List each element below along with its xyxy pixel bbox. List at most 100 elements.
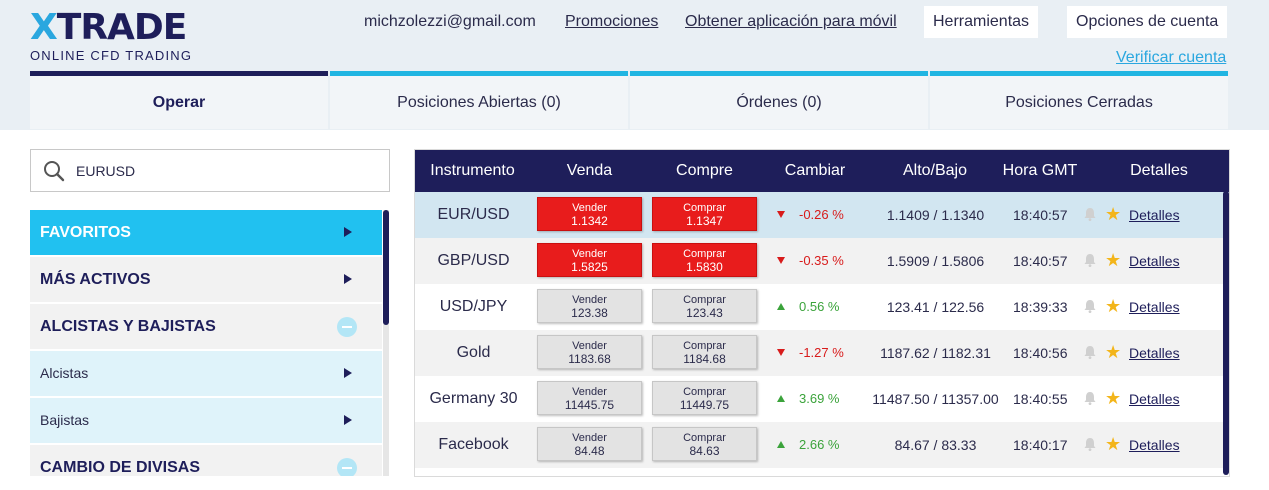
tab-closed-positions[interactable]: Posiciones Cerradas — [930, 71, 1228, 129]
search-input[interactable] — [76, 160, 376, 182]
bell-icon[interactable] — [1082, 252, 1098, 273]
minus-circle-icon[interactable] — [337, 458, 357, 476]
buy-price: 123.43 — [686, 306, 723, 320]
sell-button[interactable]: Vender 1183.68 — [537, 335, 642, 369]
star-icon[interactable]: ★ — [1105, 204, 1121, 224]
table-row[interactable]: EUR/USD Vender 1.1342 Comprar 1.1347 -0.26 % 1… — [415, 192, 1229, 238]
tools-button[interactable]: Herramientas — [924, 6, 1039, 38]
category-list: FAVORITOS MÁS ACTIVOS ALCISTAS Y BAJISTA… — [30, 210, 382, 476]
buy-price: 1.1347 — [686, 214, 723, 228]
category-label: MÁS ACTIVOS — [40, 271, 151, 288]
header-sell: Venda — [566, 162, 613, 179]
tab-open-positions[interactable]: Posiciones Abiertas (0) — [330, 71, 628, 129]
bell-icon[interactable] — [1082, 390, 1098, 411]
arrow-up-icon — [777, 441, 785, 448]
change-value: 3.69 % — [799, 391, 840, 406]
details-link[interactable]: Detalles — [1129, 330, 1180, 376]
buy-label: Comprar — [683, 340, 726, 352]
details-link[interactable]: Detalles — [1129, 422, 1180, 468]
minus-circle-icon[interactable] — [337, 317, 357, 337]
details-link[interactable]: Detalles — [1129, 376, 1180, 422]
arrow-up-icon — [777, 303, 785, 310]
buy-button[interactable]: Comprar 1184.68 — [652, 335, 757, 369]
table-row[interactable]: Facebook Vender 84.48 Comprar 84.63 2.66 % 84.… — [415, 422, 1229, 468]
table-row[interactable]: Germany 30 Vender 11445.75 Comprar 11449.75 3… — [415, 376, 1229, 422]
category-scrollbar-thumb[interactable] — [383, 210, 389, 325]
star-icon[interactable]: ★ — [1105, 250, 1121, 270]
category-gainers-losers[interactable]: ALCISTAS Y BAJISTAS — [30, 304, 382, 349]
high-low-value: 1.5909 / 1.5806 — [886, 253, 985, 269]
sell-button[interactable]: Vender 123.38 — [537, 289, 642, 323]
high-low-value: 1.1409 / 1.1340 — [886, 207, 985, 223]
category-currencies[interactable]: CAMBIO DE DIVISAS — [30, 445, 382, 476]
sell-price: 123.38 — [571, 306, 608, 320]
table-row[interactable]: GBP/USD Vender 1.5825 Comprar 1.5830 -0.35 % 1… — [415, 238, 1229, 284]
instrument-name: Germany 30 — [429, 390, 518, 407]
category-label: Bajistas — [40, 412, 90, 428]
bell-icon[interactable] — [1082, 344, 1098, 365]
bell-icon[interactable] — [1082, 206, 1098, 227]
search-box[interactable] — [30, 149, 390, 192]
header-change: Cambiar — [784, 162, 846, 179]
table-scrollbar[interactable] — [1223, 191, 1229, 475]
buy-button[interactable]: Comprar 11449.75 — [652, 381, 757, 415]
promotions-link[interactable]: Promociones — [565, 13, 658, 31]
sell-button[interactable]: Vender 84.48 — [537, 427, 642, 461]
buy-label: Comprar — [683, 294, 726, 306]
sell-button[interactable]: Vender 1.1342 — [537, 197, 642, 231]
category-label: ALCISTAS Y BAJISTAS — [40, 318, 216, 335]
high-low-value: 1187.62 / 1182.31 — [880, 345, 991, 361]
buy-button[interactable]: Comprar 1.5830 — [652, 243, 757, 277]
category-favorites[interactable]: FAVORITOS — [30, 210, 382, 255]
sell-button[interactable]: Vender 11445.75 — [537, 381, 642, 415]
sell-label: Vender — [572, 340, 607, 352]
tab-orders[interactable]: Órdenes (0) — [630, 71, 928, 129]
sell-label: Vender — [572, 386, 607, 398]
time-value: 18:39:33 — [1013, 299, 1068, 315]
verify-account-link[interactable]: Verificar cuenta — [1116, 49, 1226, 67]
star-icon[interactable]: ★ — [1105, 434, 1121, 454]
star-icon[interactable]: ★ — [1105, 296, 1121, 316]
buy-button[interactable]: Comprar 1.1347 — [652, 197, 757, 231]
table-row[interactable]: USD/JPY Vender 123.38 Comprar 123.43 0.56 % 12… — [415, 284, 1229, 330]
logo-tagline: ONLINE CFD TRADING — [30, 48, 193, 63]
bell-icon[interactable] — [1082, 436, 1098, 457]
buy-label: Comprar — [683, 432, 726, 444]
mobile-app-link[interactable]: Obtener aplicación para móvil — [685, 13, 897, 31]
details-link[interactable]: Detalles — [1129, 284, 1180, 330]
tab-trade[interactable]: Operar — [30, 71, 328, 129]
change-value: 0.56 % — [799, 299, 840, 314]
arrow-down-icon — [777, 349, 785, 356]
category-gainers[interactable]: Alcistas — [30, 351, 382, 396]
change-value: -0.35 % — [799, 253, 844, 268]
logo[interactable]: XTRADE ONLINE CFD TRADING — [30, 10, 200, 65]
header-buy: Compre — [676, 162, 733, 179]
table-row[interactable]: Gold Vender 1183.68 Comprar 1184.68 -1.27 % 11… — [415, 330, 1229, 376]
buy-price: 11449.75 — [679, 398, 730, 412]
sell-label: Vender — [572, 432, 607, 444]
sell-price: 1183.68 — [568, 352, 611, 366]
sell-price: 1.5825 — [571, 260, 608, 274]
buy-button[interactable]: Comprar 84.63 — [652, 427, 757, 461]
account-options-button[interactable]: Opciones de cuenta — [1067, 6, 1228, 38]
search-icon — [44, 161, 65, 182]
details-link[interactable]: Detalles — [1129, 238, 1180, 284]
sell-label: Vender — [572, 248, 607, 260]
sell-label: Vender — [572, 202, 607, 214]
bell-icon[interactable] — [1082, 298, 1098, 319]
change-value: 2.66 % — [799, 437, 840, 452]
sell-label: Vender — [572, 294, 607, 306]
time-value: 18:40:17 — [1013, 437, 1068, 453]
category-label: FAVORITOS — [40, 224, 131, 241]
instrument-name: Gold — [456, 344, 491, 361]
category-losers[interactable]: Bajistas — [30, 398, 382, 443]
buy-button[interactable]: Comprar 123.43 — [652, 289, 757, 323]
arrow-right-icon — [344, 415, 352, 425]
change-value: -1.27 % — [799, 345, 844, 360]
sell-button[interactable]: Vender 1.5825 — [537, 243, 642, 277]
star-icon[interactable]: ★ — [1105, 342, 1121, 362]
category-most-active[interactable]: MÁS ACTIVOS — [30, 257, 382, 302]
buy-label: Comprar — [683, 386, 726, 398]
details-link[interactable]: Detalles — [1129, 192, 1180, 238]
star-icon[interactable]: ★ — [1105, 388, 1121, 408]
